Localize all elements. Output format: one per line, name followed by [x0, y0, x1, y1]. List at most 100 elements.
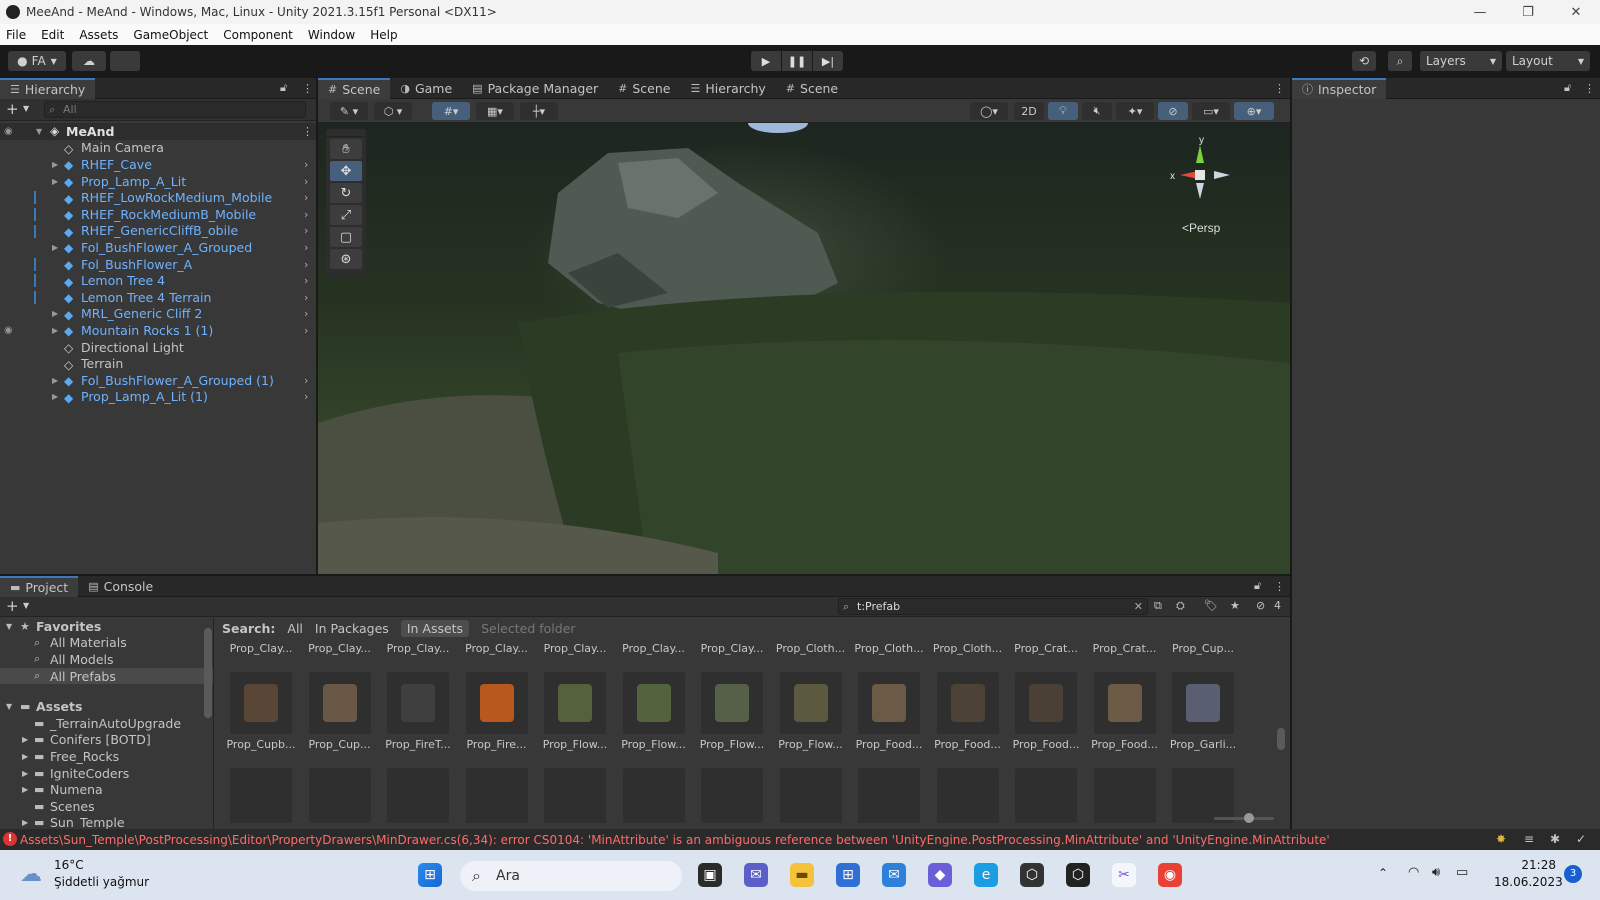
- unity-editor-icon[interactable]: ⬡: [1066, 863, 1090, 887]
- chevron-down-icon[interactable]: ▼: [23, 104, 29, 113]
- layout-dropdown[interactable]: Layout ▼: [1506, 51, 1590, 71]
- open-prefab-chevron-icon[interactable]: ›: [304, 241, 308, 254]
- favorites-header[interactable]: ▼ ★ Favorites: [0, 618, 213, 635]
- debug-icon[interactable]: ✱: [1550, 832, 1560, 846]
- kebab-menu-icon[interactable]: ⋮: [1274, 580, 1285, 593]
- copilot-icon[interactable]: ◆: [928, 863, 952, 887]
- minimize-button[interactable]: —: [1456, 5, 1504, 20]
- asset-tile[interactable]: Prop_Food...: [1007, 672, 1085, 766]
- asset-tile[interactable]: [458, 768, 536, 823]
- add-icon[interactable]: +: [6, 100, 19, 118]
- scope-all[interactable]: All: [287, 621, 303, 636]
- draw-mode-dropdown[interactable]: ✎ ▾: [330, 102, 368, 120]
- asset-tile[interactable]: Prop_Food...: [850, 672, 928, 766]
- asset-tile[interactable]: [536, 768, 614, 823]
- hidden-objects-toggle[interactable]: ⊘: [1158, 102, 1188, 120]
- slider-thumb[interactable]: [1244, 813, 1254, 823]
- asset-tile[interactable]: Prop_Clay...: [536, 638, 614, 670]
- kebab-menu-icon[interactable]: ⋮: [302, 125, 313, 138]
- asset-tile[interactable]: Prop_Clay...: [693, 638, 771, 670]
- asset-tile[interactable]: [222, 768, 300, 823]
- hierarchy-item[interactable]: ◆ Lemon Tree 4 Terrain ›: [0, 289, 316, 306]
- lighting-toggle[interactable]: 💡︎: [1048, 102, 1078, 120]
- asset-tile[interactable]: [850, 768, 928, 823]
- hierarchy-item[interactable]: ▶ ◆ Prop_Lamp_A_Lit (1) ›: [0, 389, 316, 406]
- chrome-browser-icon[interactable]: ◉: [1158, 863, 1182, 887]
- tab-hierarchy-2[interactable]: ☰ Hierarchy: [681, 78, 776, 99]
- tab-scene-2[interactable]: # Scene: [608, 78, 680, 99]
- tab-scene[interactable]: # Scene: [318, 77, 391, 99]
- lock-icon[interactable]: 🔓︎: [280, 81, 287, 95]
- expand-arrow-icon[interactable]: ▶: [52, 243, 58, 252]
- hierarchy-item[interactable]: ◇ Terrain: [0, 355, 316, 372]
- weather-description[interactable]: Şiddetli yağmur: [54, 875, 149, 889]
- asset-tile[interactable]: [772, 768, 850, 823]
- hierarchy-item[interactable]: ▶ ◆ MRL_Generic Cliff 2 ›: [0, 306, 316, 323]
- hierarchy-item[interactable]: ◇ Directional Light: [0, 339, 316, 356]
- open-prefab-chevron-icon[interactable]: ›: [304, 158, 308, 171]
- menu-help[interactable]: Help: [370, 28, 397, 42]
- status-bar[interactable]: ! Assets\Sun_Temple\PostProcessing\Edito…: [0, 829, 1600, 850]
- tab-hierarchy[interactable]: ☰ Hierarchy: [0, 77, 96, 99]
- asset-tile[interactable]: Prop_Flow...: [693, 672, 771, 766]
- asset-tile[interactable]: Prop_Cloth...: [850, 638, 928, 670]
- pause-button[interactable]: ❚❚: [782, 51, 812, 71]
- asset-tile[interactable]: [1007, 768, 1085, 823]
- tab-inspector[interactable]: ⓘ Inspector: [1292, 77, 1387, 99]
- cloud-button[interactable]: ☁: [72, 51, 106, 71]
- collab-button[interactable]: [110, 51, 140, 71]
- open-prefab-chevron-icon[interactable]: ›: [304, 258, 308, 271]
- taskbar-search[interactable]: ⌕ Ara: [460, 861, 682, 891]
- asset-tile[interactable]: Prop_Food...: [929, 672, 1007, 766]
- menu-gameobject[interactable]: GameObject: [133, 28, 208, 42]
- tab-scene-3[interactable]: # Scene: [776, 78, 848, 99]
- asset-tile[interactable]: Prop_Flow...: [772, 672, 850, 766]
- hierarchy-item[interactable]: ◆ RHEF_RockMediumB_Mobile ›: [0, 206, 316, 223]
- tool-strip-handle[interactable]: [326, 129, 366, 137]
- hidden-packages-icon[interactable]: ⊘: [1256, 599, 1265, 612]
- asset-tile[interactable]: Prop_Clay...: [379, 638, 457, 670]
- filter-type-icon[interactable]: ⛭: [1176, 599, 1185, 613]
- task-view-icon[interactable]: ▣: [698, 863, 722, 887]
- expand-arrow-icon[interactable]: ▶: [22, 735, 28, 744]
- notification-badge[interactable]: 3: [1564, 865, 1582, 883]
- hierarchy-search-input[interactable]: ⌕ All: [44, 101, 306, 118]
- volume-icon[interactable]: 🔊︎: [1432, 865, 1440, 880]
- hierarchy-item[interactable]: ▶ ◆ Fol_BushFlower_A_Grouped ›: [0, 239, 316, 256]
- asset-tile[interactable]: Prop_Cloth...: [772, 638, 850, 670]
- kebab-menu-icon[interactable]: ⋮: [302, 82, 313, 95]
- menu-window[interactable]: Window: [308, 28, 355, 42]
- tab-game[interactable]: ◑ Game: [390, 78, 462, 99]
- gizmos-dropdown[interactable]: ⊕▾: [1234, 102, 1274, 120]
- asset-tile[interactable]: Prop_Cup...: [1164, 638, 1242, 670]
- hierarchy-item[interactable]: ◆ Lemon Tree 4 ›: [0, 272, 316, 289]
- hierarchy-item[interactable]: ◉ ▶ ◆ Mountain Rocks 1 (1) ›: [0, 322, 316, 339]
- star-favorite-icon[interactable]: ★: [1230, 599, 1240, 612]
- account-dropdown[interactable]: ● FA ▼: [8, 51, 66, 71]
- asset-folder[interactable]: ▬ _TerrainAutoUpgrade: [0, 715, 213, 732]
- visibility-eye-icon[interactable]: ◉: [4, 325, 13, 336]
- lock-icon[interactable]: 🔓︎: [1564, 81, 1571, 95]
- unity-hub-icon[interactable]: ⬡: [1020, 863, 1044, 887]
- expand-arrow-icon[interactable]: ▶: [22, 769, 28, 778]
- battery-icon[interactable]: ▭: [1456, 865, 1468, 880]
- assets-header[interactable]: ▼ ▬ Assets: [0, 698, 213, 715]
- checkmark-icon[interactable]: ✓: [1576, 832, 1586, 846]
- maximize-button[interactable]: ❐: [1504, 5, 1552, 20]
- chevron-down-icon[interactable]: ▼: [23, 601, 29, 610]
- expand-arrow-icon[interactable]: ▶: [22, 785, 28, 794]
- search-button[interactable]: ⌕: [1388, 51, 1412, 71]
- tab-project[interactable]: ▬ Project: [0, 575, 79, 597]
- shading-dropdown[interactable]: ◯▾: [970, 102, 1008, 120]
- favorite-item[interactable]: ⌕ All Prefabs: [0, 667, 213, 685]
- rotate-tool-button[interactable]: ↻: [330, 183, 362, 203]
- asset-tile[interactable]: Prop_Cup...: [301, 672, 379, 766]
- asset-tile[interactable]: [615, 768, 693, 823]
- expand-arrow-icon[interactable]: ▶: [22, 752, 28, 761]
- favorite-item[interactable]: ⌕ All Models: [0, 651, 213, 668]
- asset-tile[interactable]: [693, 768, 771, 823]
- rect-tool-button[interactable]: ▢: [330, 227, 362, 247]
- asset-tile[interactable]: [379, 768, 457, 823]
- wifi-icon[interactable]: ◠: [1408, 865, 1419, 880]
- hierarchy-item[interactable]: ◇ Main Camera: [0, 140, 316, 157]
